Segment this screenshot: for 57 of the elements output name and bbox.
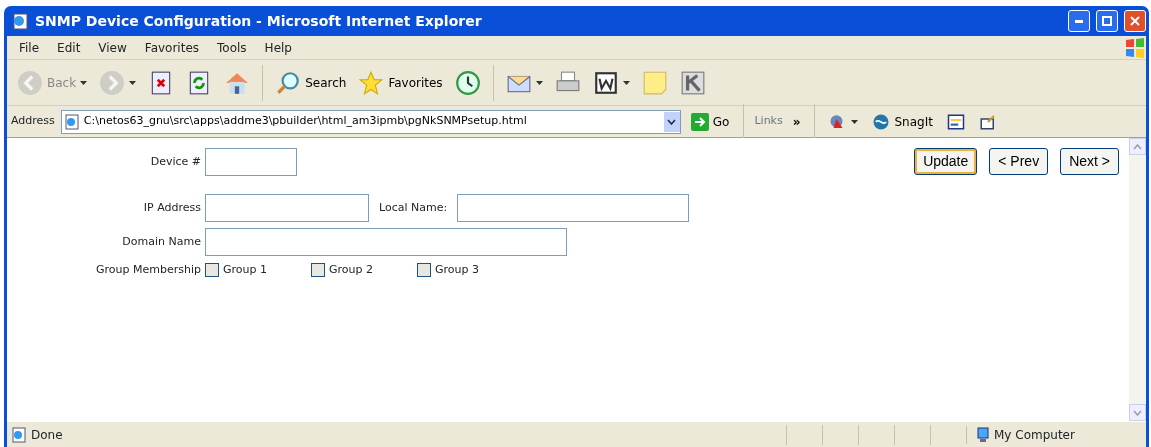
panel-icon <box>946 112 965 131</box>
checkbox-label: Group 2 <box>329 262 373 278</box>
star-icon <box>358 69 385 96</box>
k-logo-icon <box>679 69 706 96</box>
menu-item[interactable]: File <box>11 38 48 57</box>
scroll-down-icon <box>1133 409 1142 416</box>
close-button[interactable] <box>1124 10 1146 32</box>
windows-logo-icon <box>1124 36 1146 59</box>
chevron-button[interactable]: » <box>788 110 805 133</box>
field-label: IP Address <box>142 199 201 216</box>
close-icon <box>1130 16 1140 26</box>
go-button[interactable]: Go <box>686 110 734 133</box>
scroll-up-icon <box>1133 143 1142 150</box>
menu-item[interactable]: Favorites <box>136 38 208 57</box>
checkbox-label: Group 1 <box>223 262 267 278</box>
word-icon <box>592 69 619 96</box>
snagit-icon <box>872 112 891 131</box>
text-field[interactable] <box>205 148 297 176</box>
form-button[interactable]: < Prev <box>989 148 1049 175</box>
toolbar-button[interactable]: Favorites <box>354 67 447 98</box>
field-label: Group Membership <box>95 262 201 278</box>
search-icon <box>275 69 302 96</box>
status-text: Done <box>31 426 64 444</box>
scrollbar[interactable] <box>1129 138 1146 421</box>
minimize-icon <box>1075 19 1083 23</box>
address-box[interactable]: C:\netos63_gnu\src\apps\addme3\pbuilder\html_am3ipmb\pgNkSNMPsetup.html <box>60 109 681 134</box>
minimize-button[interactable] <box>1068 10 1090 32</box>
checkbox[interactable] <box>205 263 219 278</box>
field-label: Domain Name <box>121 233 201 250</box>
checkbox-label: Group 3 <box>434 262 479 278</box>
toolbar-button[interactable]: SnagIt <box>868 110 937 133</box>
computer-icon <box>975 426 991 443</box>
toolbar-button[interactable]: Search <box>271 67 351 98</box>
page-icon <box>11 426 27 443</box>
note-icon <box>641 69 668 96</box>
form-button[interactable]: Next > <box>1060 148 1119 175</box>
checkbox[interactable] <box>416 263 431 278</box>
menu-item[interactable]: Tools <box>209 38 255 57</box>
field-label: Device # <box>149 153 201 170</box>
window-title: SNMP Device Configuration - Microsoft Internet Explorer <box>35 11 483 31</box>
maximize-button[interactable] <box>1096 10 1118 32</box>
form-button[interactable]: Update <box>914 148 978 175</box>
menu-item[interactable]: Edit <box>49 38 89 57</box>
status-zone: My Computer <box>994 426 1075 444</box>
text-field[interactable] <box>457 194 690 222</box>
checkbox[interactable] <box>311 263 325 278</box>
edit-icon <box>978 112 997 131</box>
field-label: Local Name: <box>379 199 448 216</box>
links-label: Links <box>754 113 783 130</box>
page-icon <box>11 12 29 30</box>
text-field[interactable] <box>205 228 567 256</box>
menu-item[interactable]: Help <box>256 38 300 57</box>
maximize-icon <box>1102 16 1112 26</box>
menu-item[interactable]: View <box>90 38 135 57</box>
address-label: Address <box>11 113 55 130</box>
text-field[interactable] <box>205 194 369 222</box>
page-icon <box>63 113 80 130</box>
